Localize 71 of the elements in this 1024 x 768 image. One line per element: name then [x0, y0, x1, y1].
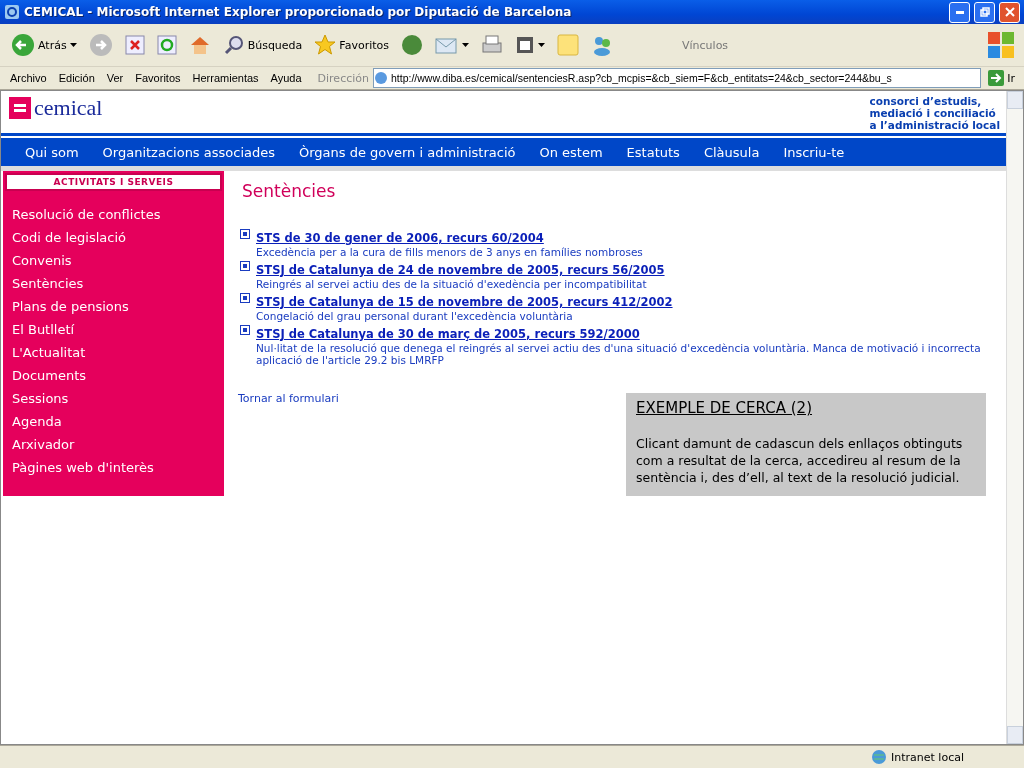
result-link[interactable]: STS de 30 de gener de 2006, recurs 60/2004 — [256, 231, 544, 245]
result-link[interactable]: STSJ de Catalunya de 24 de novembre de 2005, recurs 56/2005 — [256, 263, 665, 277]
sidebar-link[interactable]: Documents — [12, 368, 224, 387]
sidebar-link[interactable]: Resolució de conflictes — [12, 207, 224, 226]
result-description: Congelació del grau personal durant l'excedència voluntària — [256, 310, 574, 322]
menu-item[interactable]: Edición — [54, 72, 99, 84]
nav-link[interactable]: Organitzacions associades — [102, 144, 275, 160]
result-description: Excedència per a la cura de fills menors de 3 anys en famílies nombroses — [256, 246, 643, 258]
sidebar-link[interactable]: Pàgines web d'interès — [12, 460, 224, 479]
sidebar-link[interactable]: El Butlletí — [12, 322, 224, 341]
restore-icon — [979, 7, 990, 17]
bullet-icon — [240, 229, 250, 239]
result-link[interactable]: STSJ de Catalunya de 30 de març de 2005, recurs 592/2000 — [256, 327, 640, 341]
result-description: Reingrés al servei actiu des de la situació d'exedència per incompatibilitat — [256, 278, 648, 290]
cemical-logo: cemical — [9, 95, 103, 121]
minimize-button[interactable] — [949, 1, 970, 23]
envelope-icon — [435, 35, 459, 55]
result-link[interactable]: STSJ de Catalunya de 15 de novembre de 2005, recurs 412/2002 — [256, 295, 673, 309]
menu-item[interactable]: Ver — [102, 72, 128, 84]
page-title: Sentències — [242, 181, 337, 201]
address-label: Dirección — [317, 71, 369, 85]
menu-item[interactable]: Ayuda — [266, 72, 306, 84]
sidebar-link[interactable]: Sessions — [12, 391, 224, 410]
star-icon — [314, 34, 337, 56]
nav-link[interactable]: Clàusula — [703, 144, 760, 160]
note-text: Clicant damunt de cadascun dels enllaços obtinguts com a resultat de la cerca, accedireu al resum de la sentència i, des d’ell, al text de la resolució judicial. — [636, 435, 964, 486]
window-title: CEMICAL - Microsoft Internet Explorer proporcionado por Diputació de Barcelona — [24, 5, 573, 19]
go-arrow-icon — [988, 70, 1005, 86]
menu-item[interactable]: Archivo — [6, 72, 51, 84]
page-icon — [374, 71, 388, 85]
sidebar-link[interactable]: Convenis — [12, 253, 224, 272]
windows-logo-icon — [986, 30, 1016, 60]
sidebar-link[interactable]: Sentències — [12, 276, 224, 295]
nav-link[interactable]: Inscriu-te — [783, 144, 845, 160]
nav-link[interactable]: Òrgans de govern i administració — [299, 144, 516, 160]
search-icon — [222, 34, 245, 56]
back-button[interactable]: Atrás — [8, 31, 80, 59]
caret-icon — [69, 43, 77, 47]
sidebar-link[interactable]: Arxivador — [12, 437, 224, 456]
sidebar-link[interactable]: L'Actualitat — [12, 345, 224, 364]
globe-icon — [871, 749, 887, 765]
search-button[interactable]: Búsqueda — [219, 32, 306, 58]
close-button[interactable] — [999, 1, 1020, 23]
status-zone: Intranet local — [891, 750, 964, 764]
sidebar-heading: ACTIVITATS I SERVEIS — [5, 173, 222, 191]
bullet-icon — [240, 261, 250, 271]
restore-button[interactable] — [974, 1, 995, 23]
minimize-icon — [955, 10, 964, 14]
favorites-button[interactable]: Favoritos — [311, 32, 392, 58]
close-icon — [1004, 7, 1015, 17]
result-description: Nul·litat de la resolució que denega el reingrés al servei actiu des d'una situació d'excedència voluntària. Manca de motivació i incorrecta aplicació de l'article 29.2 bis LMRFP — [256, 342, 982, 366]
sidebar-link[interactable]: Plans de pensions — [12, 299, 224, 318]
caret-icon — [538, 43, 545, 47]
bullet-icon — [240, 293, 250, 303]
menu-item[interactable]: Herramientas — [188, 72, 263, 84]
nav-link[interactable]: On estem — [539, 144, 603, 160]
sidebar-link[interactable]: Codi de legislació — [12, 230, 224, 249]
note-title: EXEMPLE DE CERCA (2) — [636, 399, 813, 417]
back-link[interactable]: Tornar al formulari — [238, 392, 339, 405]
nav-link[interactable]: Qui som — [25, 144, 79, 160]
go-button[interactable]: Ir — [985, 68, 1018, 88]
links-label: Vínculos — [682, 38, 730, 52]
menu-item[interactable]: Favoritos — [131, 72, 185, 84]
bullet-icon — [240, 325, 250, 335]
browser-icon — [4, 4, 20, 20]
nav-link[interactable]: Estatuts — [626, 144, 680, 160]
sidebar-link[interactable]: Agenda — [12, 414, 224, 433]
address-field[interactable]: http://www.diba.es/cemical/sentenciesR.asp?cb_mcpis=&cb_siem=F&cb_entitats=24&cb_sector=244&bu_s — [373, 68, 982, 88]
tagline: consorci d’estudis, mediació i conciliació a l’administració local — [869, 95, 1000, 133]
scrollbar[interactable] — [1006, 91, 1023, 744]
caret-icon — [462, 43, 469, 47]
